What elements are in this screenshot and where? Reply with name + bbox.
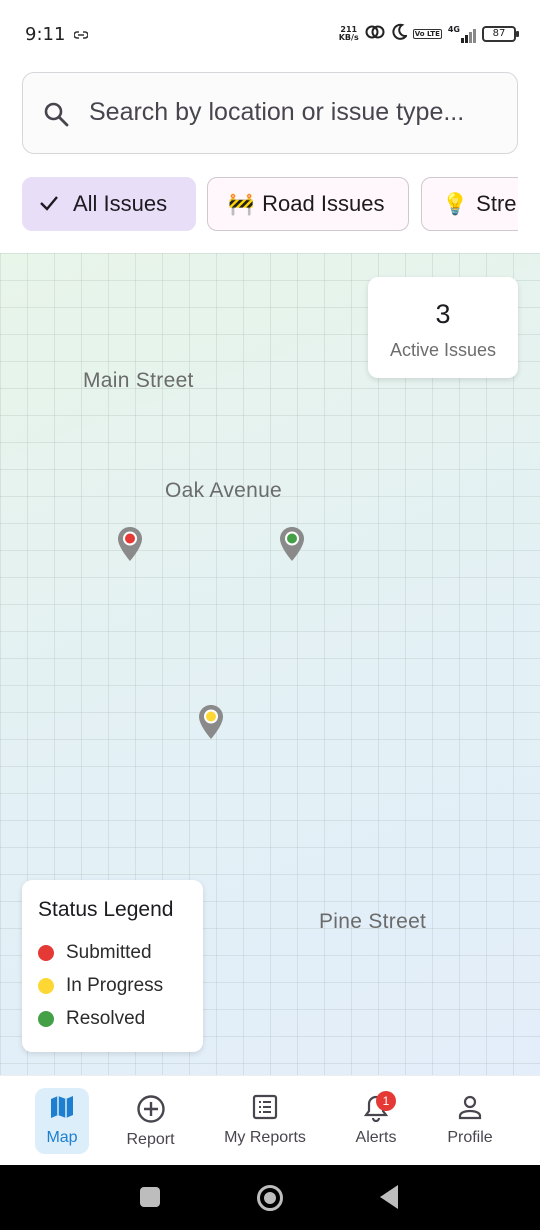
recents-button[interactable] [140,1187,160,1207]
map-icon [49,1094,75,1125]
legend-title: Status Legend [38,898,174,921]
chip-label: All Issues [73,191,168,216]
street-label-pine: Pine Street [319,910,427,933]
map-pin-in-progress[interactable] [198,704,224,740]
chip-all-issues[interactable]: All Issues [22,177,196,231]
nav-alerts[interactable]: Alerts [336,1076,416,1166]
home-button[interactable] [257,1185,283,1211]
street-label-oak: Oak Avenue [165,479,283,502]
lightbulb-icon: 💡 [442,191,469,216]
filter-chips: All Issues 🚧 Road Issues 💡 Stre [22,177,518,233]
map-pin-submitted[interactable] [117,526,143,562]
moon-icon [391,23,408,46]
nav-profile[interactable]: Profile [430,1076,510,1166]
active-issues-card: 3 Active Issues [368,277,518,378]
active-issues-label: Active Issues [389,340,497,360]
chip-road-issues[interactable]: 🚧 Road Issues [207,177,409,231]
nav-my-reports[interactable]: My Reports [210,1076,320,1166]
search-icon [43,101,69,132]
link-icon [365,24,385,45]
chip-label: Road Issues [262,191,385,216]
legend-item-submitted: Submitted [38,936,187,969]
volte-badge: Vo LTE [412,29,442,39]
battery-icon: 87 [482,26,519,42]
status-time: 9:11 [25,24,66,45]
nav-map[interactable]: Map [24,1076,100,1166]
system-nav-bar [0,1165,540,1230]
legend-item-in-progress: In Progress [38,969,187,1002]
status-bar: 9:11 211 KB/s Vo LTE 4G 87 [0,0,540,66]
legend-dot-red [38,944,54,961]
check-icon [39,191,59,217]
chip-street-issues[interactable]: 💡 Stre [421,177,518,231]
search-bar[interactable] [22,72,518,154]
legend-dot-green [38,1010,54,1027]
chip-label: Stre [476,191,517,216]
back-button[interactable] [380,1185,398,1209]
network-speed: 211 KB/s [338,25,359,42]
street-label-main: Main Street [83,369,194,392]
active-issues-count: 3 [435,299,451,329]
list-icon [252,1094,278,1125]
map-pin-resolved[interactable] [279,526,305,562]
signal-icon: 4G [448,25,476,43]
status-legend: Status Legend Submitted In Progress Reso… [22,880,203,1052]
bottom-nav: Map Report My Reports Alerts 1 Profile [0,1075,540,1165]
legend-item-resolved: Resolved [38,1002,187,1035]
nav-report[interactable]: Report [108,1076,193,1166]
plus-circle-icon [136,1094,166,1129]
construction-icon: 🚧 [228,191,255,216]
link-icon [73,27,89,45]
person-icon [457,1094,483,1125]
legend-dot-yellow [38,977,54,994]
map-view[interactable]: Main Street Oak Avenue Pine Street 3 Act… [0,253,540,1075]
search-input[interactable] [89,73,509,152]
alerts-badge: 1 [376,1091,396,1111]
